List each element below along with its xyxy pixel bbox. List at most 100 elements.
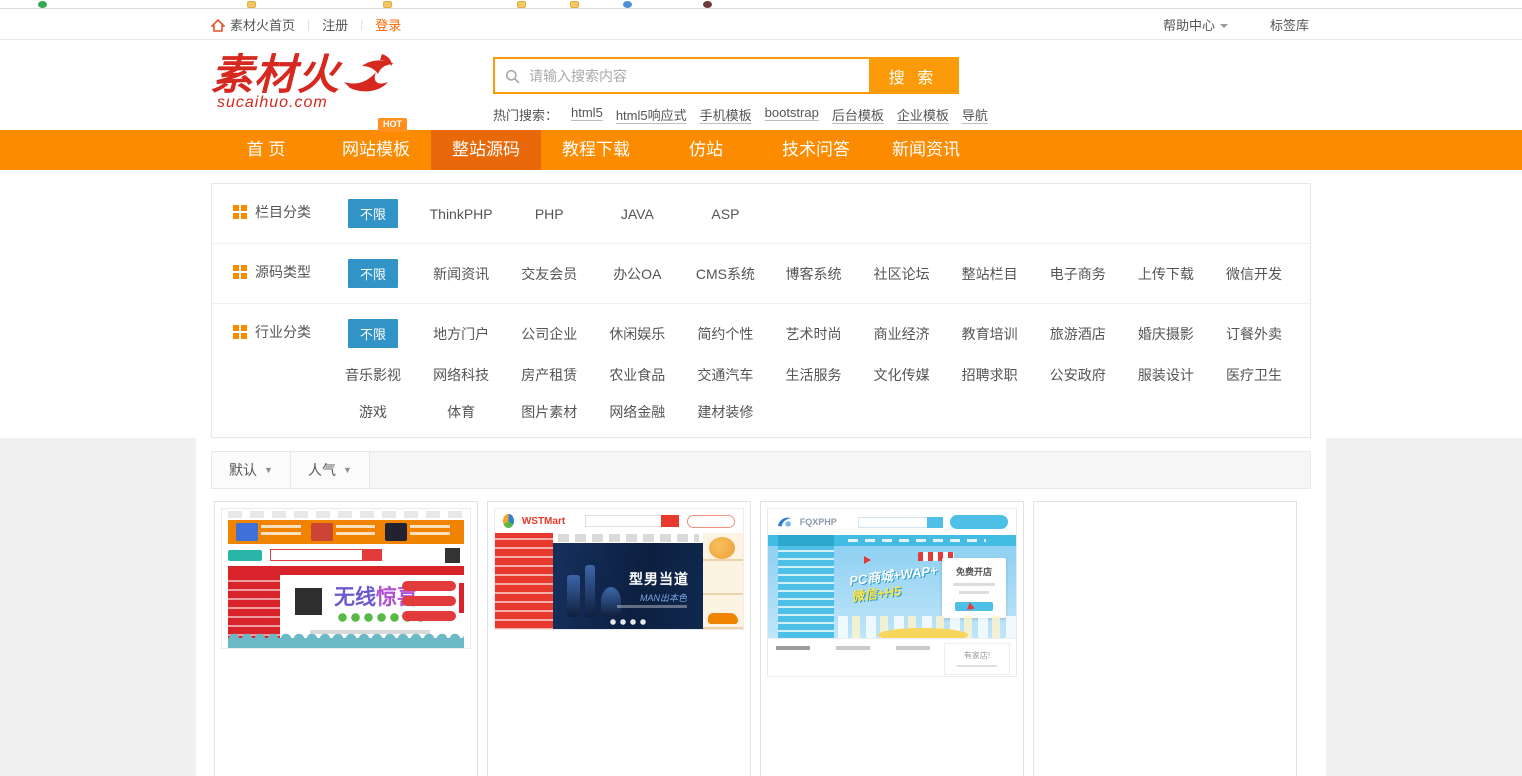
favicon-icon[interactable] xyxy=(703,1,712,8)
site-header: 素材火 sucaihuo.com 搜 索 热门搜索： xyxy=(0,40,1522,130)
filter-option[interactable]: 体育 xyxy=(447,402,475,422)
chevron-down-icon xyxy=(1220,24,1228,32)
filter-option[interactable]: 商业经济 xyxy=(874,324,930,344)
tag-library-link[interactable]: 标签库 xyxy=(1270,15,1309,34)
filter-option[interactable]: 博客系统 xyxy=(785,264,841,284)
favicon-icon[interactable] xyxy=(623,1,632,8)
nav-item-tech-qa[interactable]: 技术问答 xyxy=(761,130,871,170)
filter-chip-selected[interactable]: 不限 xyxy=(348,259,398,288)
template-card-empty[interactable] xyxy=(1033,501,1297,776)
qr-code-icon xyxy=(445,548,460,563)
filter-option[interactable]: 办公OA xyxy=(613,264,661,284)
thumb-logo xyxy=(228,550,262,561)
login-link[interactable]: 登录 xyxy=(375,15,401,34)
filter-chip-selected[interactable]: 不限 xyxy=(348,319,398,348)
thumb-banner: 型男当道 MAN出本色 xyxy=(553,543,703,629)
divider: | xyxy=(360,17,363,31)
favicon-icon[interactable] xyxy=(383,1,392,8)
favicon-icon[interactable] xyxy=(517,1,526,8)
filter-option[interactable]: 婚庆摄影 xyxy=(1138,324,1194,344)
hot-search-keyword[interactable]: 后台模板 xyxy=(832,105,884,124)
hot-search-keyword[interactable]: 企业模板 xyxy=(897,105,949,124)
filter-option[interactable]: 艺术时尚 xyxy=(785,324,841,344)
filter-chip-selected[interactable]: 不限 xyxy=(348,199,398,228)
search-block: 搜 索 热门搜索： html5 html5响应式手机模板 bootstrap 后台模板… xyxy=(493,57,959,124)
register-link[interactable]: 注册 xyxy=(322,15,348,34)
filter-option[interactable]: ASP xyxy=(711,206,739,222)
filter-option[interactable]: 图片素材 xyxy=(521,402,577,422)
filter-options: 不限 新闻资讯 交友会员 办公OA CMS系统 博客系统 社区论坛 整站栏目 电子商务 上传下载… xyxy=(329,259,1298,288)
sort-tab-popularity[interactable]: 人气▼ xyxy=(291,452,370,488)
template-card[interactable]: FQXPHP PC商城+WAP+ 微信+H5 免费开店 xyxy=(760,501,1024,776)
filter-option[interactable]: 文化传媒 xyxy=(874,365,930,385)
hot-search-keyword[interactable]: html5响应式 xyxy=(616,105,687,124)
search-input[interactable] xyxy=(495,59,869,92)
hot-badge: HOT xyxy=(378,118,407,132)
filter-option[interactable]: 旅游酒店 xyxy=(1050,324,1106,344)
filter-panel: 栏目分类 不限 ThinkPHPPHPJAVAASP 源码类型 不限 新闻资讯交… xyxy=(211,183,1311,438)
template-thumbnail: WSTMart 型男当道 MAN出本色 xyxy=(494,508,744,630)
filter-option[interactable]: 生活服务 xyxy=(785,365,841,385)
filter-option[interactable]: 地方门户 xyxy=(433,324,489,344)
filter-option[interactable]: 网络科技 xyxy=(433,365,489,385)
favicon-icon[interactable] xyxy=(570,1,579,8)
filter-option[interactable]: JAVA xyxy=(621,206,654,222)
filter-option[interactable]: 招聘求职 xyxy=(962,365,1018,385)
nav-item-site-clone[interactable]: 仿站 xyxy=(651,130,761,170)
browser-bookmarks-bar xyxy=(0,0,1522,9)
filter-option[interactable]: 公安政府 xyxy=(1050,365,1106,385)
logo-text: 素材火 xyxy=(211,54,340,96)
filter-option[interactable]: 房产租赁 xyxy=(521,365,577,385)
sort-bar: 默认▼ 人气▼ xyxy=(211,451,1311,489)
filter-option[interactable]: 简约个性 xyxy=(697,324,753,344)
hot-search-keyword[interactable]: html5 xyxy=(571,105,603,124)
filter-option[interactable]: PHP xyxy=(535,206,564,222)
filter-option[interactable]: 公司企业 xyxy=(521,324,577,344)
filter-option[interactable]: CMS系统 xyxy=(696,264,755,284)
filter-option[interactable]: 休闲娱乐 xyxy=(609,324,665,344)
filter-option[interactable]: 社区论坛 xyxy=(874,264,930,284)
filter-option[interactable]: 电子商务 xyxy=(1050,264,1106,284)
filter-option[interactable]: 游戏 xyxy=(359,402,387,422)
filter-option[interactable]: ThinkPHP xyxy=(430,206,493,222)
template-thumbnail: 无线惊喜 xyxy=(221,508,471,649)
hot-search-keyword[interactable]: bootstrap xyxy=(765,105,819,124)
filter-option[interactable]: 网络金融 xyxy=(609,402,665,422)
filter-option[interactable]: 音乐影视 xyxy=(345,365,401,385)
thumb-logo: FQXPHP xyxy=(800,517,837,527)
arrow-down-icon: ▼ xyxy=(343,465,352,475)
search-icon xyxy=(505,69,520,84)
filter-option[interactable]: 订餐外卖 xyxy=(1226,324,1282,344)
nav-item-news[interactable]: 新闻资讯 xyxy=(871,130,981,170)
filter-option[interactable]: 微信开发 xyxy=(1226,264,1282,284)
nav-item-website-templates[interactable]: 网站模板 xyxy=(321,130,431,170)
nav-item-home[interactable]: 首 页 xyxy=(211,130,321,170)
favicon-icon[interactable] xyxy=(38,1,47,8)
template-card[interactable]: WSTMart 型男当道 MAN出本色 xyxy=(487,501,751,776)
flame-icon xyxy=(342,52,398,92)
hot-search-keyword[interactable]: 导航 xyxy=(962,105,988,124)
hot-search-label: 热门搜索： xyxy=(493,105,558,124)
filter-option[interactable]: 新闻资讯 xyxy=(433,264,489,284)
filter-option[interactable]: 教育培训 xyxy=(962,324,1018,344)
sort-tab-default[interactable]: 默认▼ xyxy=(212,452,291,488)
filter-row-category: 栏目分类 不限 ThinkPHPPHPJAVAASP xyxy=(212,184,1310,244)
filter-option[interactable]: 农业食品 xyxy=(609,365,665,385)
filter-option[interactable]: 服装设计 xyxy=(1138,365,1194,385)
nav-item-tutorial-downloads[interactable]: 教程下载 xyxy=(541,130,651,170)
search-button[interactable]: 搜 索 xyxy=(869,59,957,92)
nav-item-full-site-source[interactable]: 整站源码 xyxy=(431,130,541,170)
filter-option[interactable]: 上传下载 xyxy=(1138,264,1194,284)
home-link[interactable]: 素材火首页 xyxy=(211,15,295,34)
filter-option[interactable]: 交通汽车 xyxy=(697,365,753,385)
filter-option[interactable]: 交友会员 xyxy=(521,264,577,284)
help-center-link[interactable]: 帮助中心 xyxy=(1163,15,1228,34)
thumb-subhead: MAN出本色 xyxy=(640,591,687,604)
hot-search-keyword[interactable]: 手机模板 xyxy=(700,105,752,124)
favicon-icon[interactable] xyxy=(247,1,256,8)
filter-option[interactable]: 建材装修 xyxy=(697,402,753,422)
template-card[interactable]: 无线惊喜 xyxy=(214,501,478,776)
site-logo[interactable]: 素材火 sucaihuo.com xyxy=(211,52,441,112)
filter-option[interactable]: 医疗卫生 xyxy=(1226,365,1282,385)
filter-option[interactable]: 整站栏目 xyxy=(962,264,1018,284)
